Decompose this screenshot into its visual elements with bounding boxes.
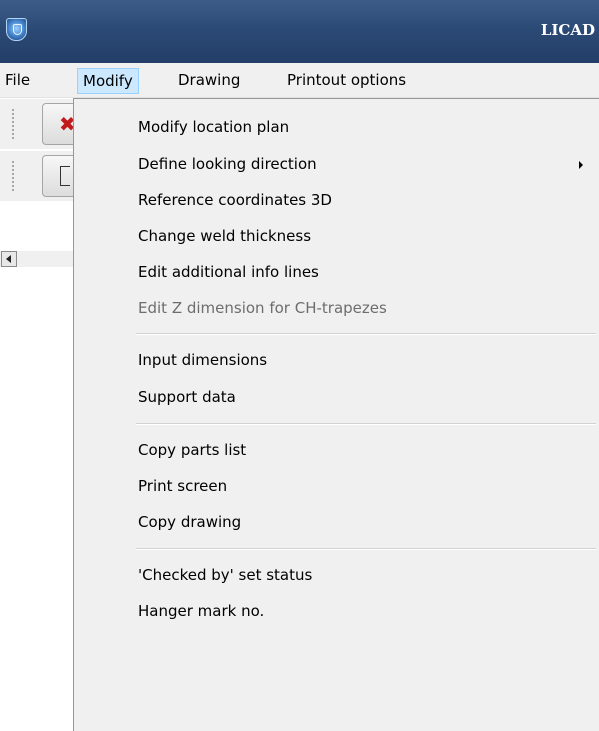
menu-separator xyxy=(136,423,596,425)
menu-separator xyxy=(136,548,596,550)
menu-printout-options[interactable]: Printout options xyxy=(282,68,411,94)
modify-dropdown-menu: Modify location plan Define looking dire… xyxy=(73,98,599,731)
menu-file[interactable]: File xyxy=(0,68,35,94)
menu-bar: File Modify Drawing Printout options xyxy=(0,63,599,98)
menu-item-change-weld-thickness[interactable]: Change weld thickness xyxy=(138,219,311,253)
red-x-icon: ✖ xyxy=(59,112,76,136)
toolbar-row-2 xyxy=(0,151,82,201)
drawing-box-icon xyxy=(60,166,70,186)
menu-item-print-screen[interactable]: Print screen xyxy=(138,469,227,503)
menu-item-support-data[interactable]: Support data xyxy=(138,380,236,414)
menu-item-edit-z-dimension: Edit Z dimension for CH-trapezes xyxy=(138,299,387,317)
toolbar-grip[interactable] xyxy=(12,109,14,139)
menu-item-modify-location-plan[interactable]: Modify location plan xyxy=(138,110,289,144)
menu-drawing[interactable]: Drawing xyxy=(173,68,245,94)
menu-item-checked-by-set-status[interactable]: 'Checked by' set status xyxy=(138,558,312,592)
app-logo-icon[interactable] xyxy=(6,18,27,41)
menu-item-input-dimensions[interactable]: Input dimensions xyxy=(138,343,267,377)
menu-item-copy-parts-list[interactable]: Copy parts list xyxy=(138,433,246,467)
toolbar-grip[interactable] xyxy=(12,161,14,191)
window-title: LICAD xyxy=(540,21,595,39)
menu-modify[interactable]: Modify xyxy=(77,68,139,94)
menu-item-hanger-mark-no[interactable]: Hanger mark no. xyxy=(138,594,264,628)
menu-item-copy-drawing[interactable]: Copy drawing xyxy=(138,505,241,539)
scroll-left-arrow-icon[interactable] xyxy=(1,251,17,267)
menu-item-define-looking-direction[interactable]: Define looking direction xyxy=(138,147,317,181)
submenu-arrow-icon xyxy=(579,161,583,169)
toolbar-row-1: ✖ xyxy=(0,99,82,149)
drawing-workspace[interactable] xyxy=(0,267,75,731)
menu-separator xyxy=(136,333,596,335)
horizontal-scrollbar[interactable] xyxy=(0,251,75,267)
menu-item-edit-additional-info-lines[interactable]: Edit additional info lines xyxy=(138,255,319,289)
menu-item-reference-coordinates-3d[interactable]: Reference coordinates 3D xyxy=(138,183,332,217)
title-bar: LICAD xyxy=(0,0,599,63)
